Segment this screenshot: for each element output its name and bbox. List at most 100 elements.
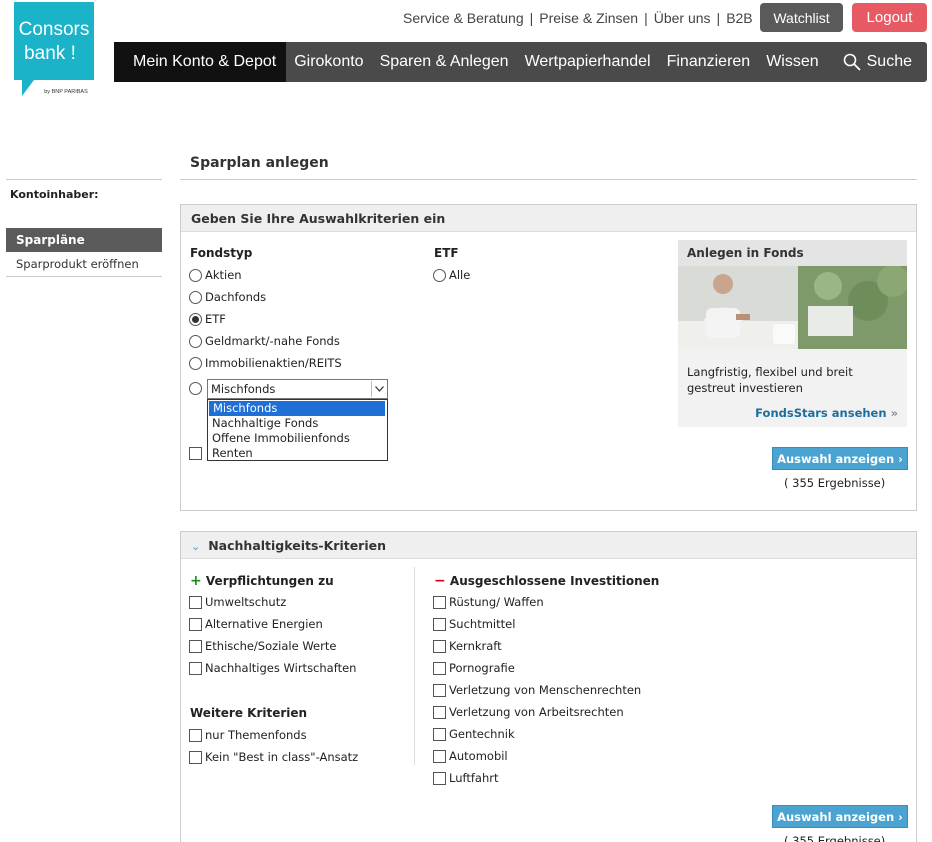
separator: | — [644, 10, 648, 26]
radio-label: ETF — [205, 312, 226, 326]
link-ueber-uns[interactable]: Über uns — [654, 10, 711, 26]
column-divider — [414, 567, 415, 765]
sustainability-header[interactable]: ⌄ Nachhaltigkeits-Kriterien — [181, 532, 916, 559]
label-text: Verpflichtungen zu — [205, 574, 334, 588]
page-title: Sparplan anlegen — [190, 155, 329, 171]
checkbox-gentechnik[interactable]: Gentechnik — [433, 727, 515, 741]
checkbox[interactable] — [433, 771, 446, 785]
nav-sparen[interactable]: Sparen & Anlegen — [372, 42, 517, 82]
checkbox[interactable] — [189, 728, 202, 742]
checkbox[interactable] — [433, 639, 446, 653]
radio-immobilien[interactable]: Immobilienaktien/REITS — [189, 356, 342, 370]
nav-girokonto[interactable]: Girokonto — [286, 42, 371, 82]
radio-button[interactable] — [189, 290, 202, 304]
radio-etf[interactable]: ETF — [189, 312, 226, 326]
checkbox[interactable] — [189, 639, 202, 653]
radio-button[interactable] — [189, 356, 202, 370]
checkbox[interactable] — [433, 727, 446, 741]
results-count-2: ( 355 Ergebnisse) — [784, 834, 886, 842]
dropdown-option-nachhaltige[interactable]: Nachhaltige Fonds — [208, 416, 387, 431]
main-navigation: Mein Konto & Depot Girokonto Sparen & An… — [114, 42, 927, 82]
checkbox[interactable] — [433, 617, 446, 631]
logo-sub: by BNP PARIBAS — [44, 89, 88, 95]
checkbox-automobil[interactable]: Automobil — [433, 749, 508, 763]
nav-finanzieren[interactable]: Finanzieren — [659, 42, 759, 82]
nav-wertpapierhandel[interactable]: Wertpapierhandel — [517, 42, 659, 82]
checkbox-label: Ethische/Soziale Werte — [205, 639, 337, 653]
checkbox-ruestung[interactable]: Rüstung/ Waffen — [433, 595, 544, 609]
checkbox-themenfonds[interactable]: nur Themenfonds — [189, 728, 307, 742]
nav-search[interactable]: Suche — [843, 53, 927, 71]
watchlist-button[interactable]: Watchlist — [760, 3, 843, 32]
checkbox-label: Rüstung/ Waffen — [449, 595, 544, 609]
promo-title: Anlegen in Fonds — [678, 240, 907, 266]
checkbox[interactable] — [189, 447, 202, 460]
chevron-down-icon[interactable] — [371, 381, 386, 397]
checkbox[interactable] — [189, 617, 202, 631]
fondsstars-link[interactable]: FondsStars ansehen » — [755, 406, 898, 420]
checkbox-menschenrechte[interactable]: Verletzung von Menschenrechten — [433, 683, 641, 697]
checkbox[interactable] — [433, 661, 446, 675]
nav-wissen[interactable]: Wissen — [758, 42, 826, 82]
checkbox[interactable] — [433, 683, 446, 697]
checkbox[interactable] — [433, 749, 446, 763]
checkbox-label: Alternative Energien — [205, 617, 323, 631]
radio-select-option[interactable] — [189, 382, 205, 395]
checkbox-best-in-class[interactable]: Kein "Best in class"-Ansatz — [189, 750, 358, 764]
radio-geldmarkt[interactable]: Geldmarkt/-nahe Fonds — [189, 334, 340, 348]
checkbox-nachhaltiges[interactable]: Nachhaltiges Wirtschaften — [189, 661, 356, 675]
logout-button[interactable]: Logout — [852, 3, 927, 32]
consorsbank-logo[interactable]: Consors bank ! by BNP PARIBAS — [14, 2, 94, 98]
promo-box: Anlegen in Fonds Langfristig, flexibel u… — [678, 240, 907, 427]
checkbox-hidden-option[interactable] — [189, 447, 205, 460]
promo-image — [678, 266, 907, 349]
fondstyp-label: Fondstyp — [190, 246, 253, 260]
checkbox-ethische[interactable]: Ethische/Soziale Werte — [189, 639, 336, 653]
auswahl-anzeigen-button-2[interactable]: Auswahl anzeigen › — [772, 805, 908, 828]
checkbox[interactable] — [189, 750, 202, 764]
checkbox-alt-energien[interactable]: Alternative Energien — [189, 617, 323, 631]
fondstyp-select[interactable]: Mischfonds — [207, 379, 388, 399]
criteria-header: Geben Sie Ihre Auswahlkriterien ein — [181, 205, 916, 232]
radio-label: Alle — [449, 268, 471, 282]
sidebar-item-sparplaene[interactable]: Sparpläne — [6, 228, 162, 252]
radio-aktien[interactable]: Aktien — [189, 268, 242, 282]
radio-button[interactable] — [189, 268, 202, 282]
link-b2b[interactable]: B2B — [726, 10, 752, 26]
sidebar-item-sparprodukt[interactable]: Sparprodukt eröffnen — [6, 253, 162, 277]
radio-button[interactable] — [189, 334, 202, 348]
dropdown-option-mischfonds[interactable]: Mischfonds — [209, 401, 385, 416]
checkbox[interactable] — [189, 661, 202, 675]
search-icon — [843, 53, 861, 71]
radio-button[interactable] — [433, 268, 446, 282]
radio-button[interactable] — [189, 382, 202, 395]
weitere-kriterien-label: Weitere Kriterien — [190, 706, 308, 720]
dropdown-option-offene[interactable]: Offene Immobilienfonds — [208, 431, 387, 446]
checkbox-label: Kein "Best in class"-Ansatz — [205, 750, 359, 764]
checkbox-pornografie[interactable]: Pornografie — [433, 661, 515, 675]
link-service[interactable]: Service & Beratung — [403, 10, 524, 26]
checkbox-label: Umweltschutz — [205, 595, 287, 609]
results-count: ( 355 Ergebnisse) — [784, 476, 886, 490]
checkbox[interactable] — [189, 595, 202, 609]
checkbox[interactable] — [433, 595, 446, 609]
select-value: Mischfonds — [211, 382, 276, 396]
link-preise[interactable]: Preise & Zinsen — [539, 10, 638, 26]
nav-mein-konto[interactable]: Mein Konto & Depot — [114, 42, 287, 82]
checkbox-arbeitsrechte[interactable]: Verletzung von Arbeitsrechten — [433, 705, 624, 719]
radio-button-checked[interactable] — [189, 312, 202, 326]
title-divider — [180, 179, 917, 180]
radio-etf-alle[interactable]: Alle — [433, 268, 470, 282]
checkbox-label: Verletzung von Arbeitsrechten — [449, 705, 624, 719]
radio-dachfonds[interactable]: Dachfonds — [189, 290, 266, 304]
checkbox-label: Nachhaltiges Wirtschaften — [205, 661, 357, 675]
ausgeschlossene-label: − Ausgeschlossene Investitionen — [434, 573, 659, 589]
checkbox-suchtmittel[interactable]: Suchtmittel — [433, 617, 515, 631]
checkbox-umweltschutz[interactable]: Umweltschutz — [189, 595, 286, 609]
checkbox[interactable] — [433, 705, 446, 719]
dropdown-option-renten[interactable]: Renten — [208, 446, 387, 461]
auswahl-anzeigen-button[interactable]: Auswahl anzeigen › — [772, 447, 908, 470]
checkbox-label: Gentechnik — [449, 727, 515, 741]
checkbox-kernkraft[interactable]: Kernkraft — [433, 639, 502, 653]
checkbox-luftfahrt[interactable]: Luftfahrt — [433, 771, 498, 785]
